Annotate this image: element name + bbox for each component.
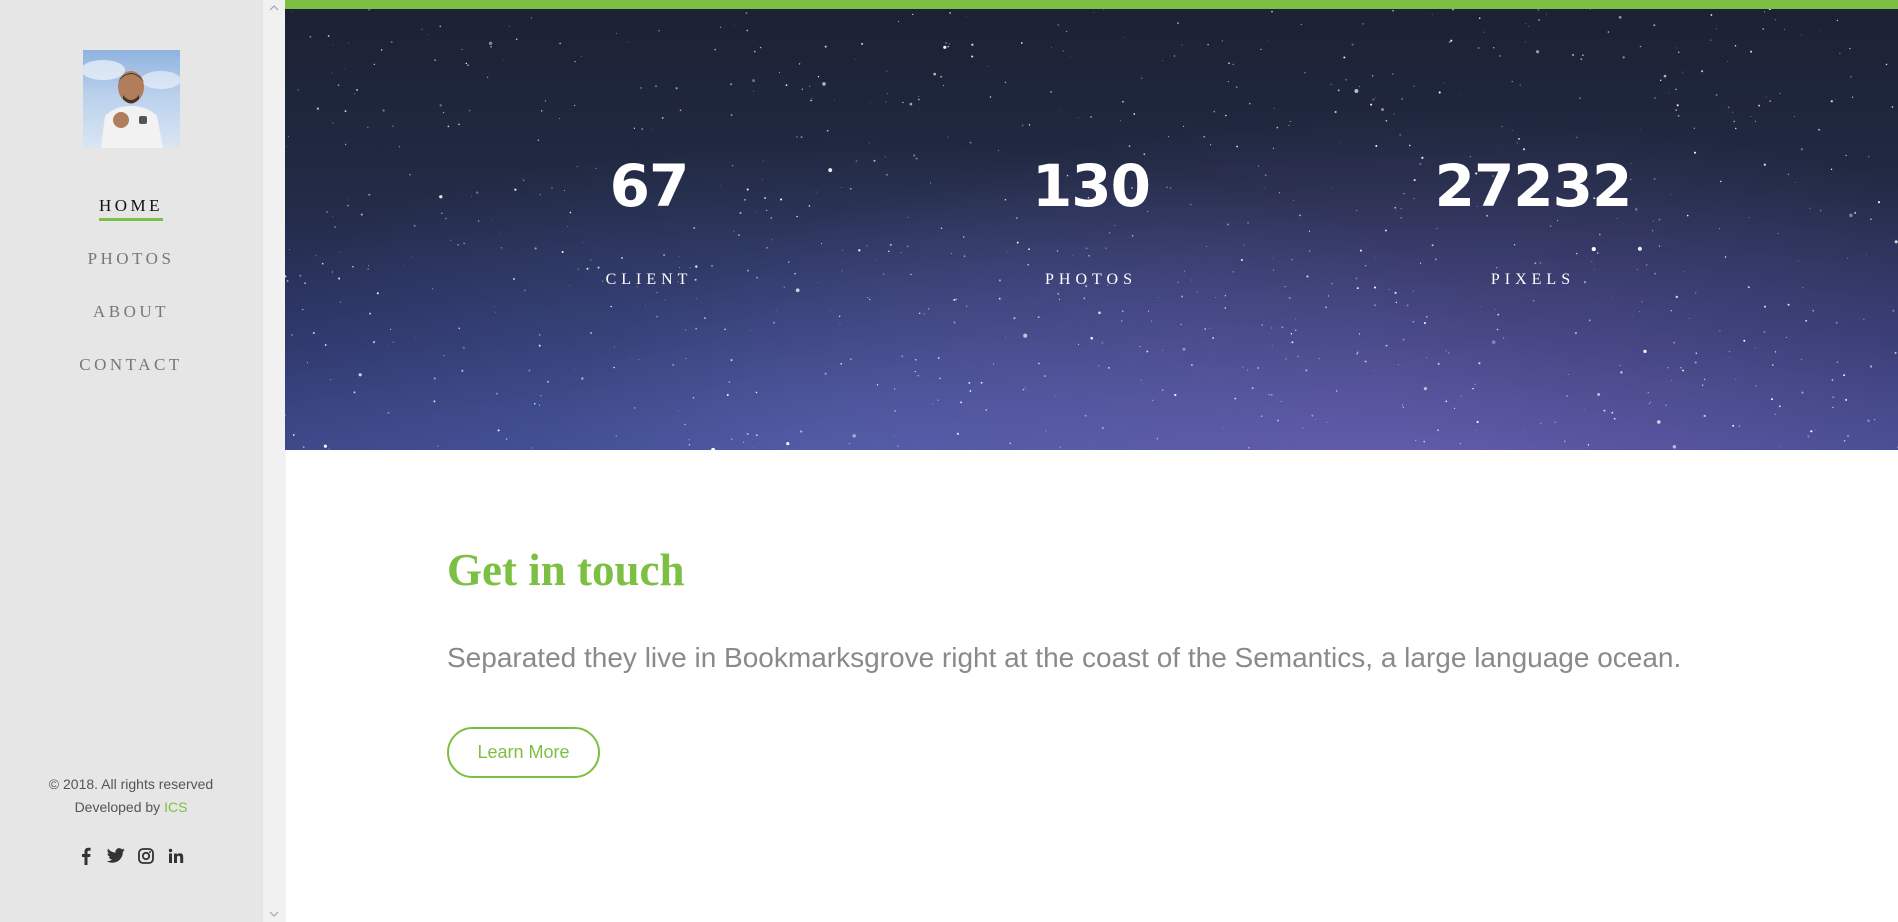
stats-hero: 67 CLIENT 130 PHOTOS 27232 PIXELS	[285, 9, 1898, 450]
nav-item-about[interactable]: ABOUT	[0, 302, 262, 355]
nav-item-label: ABOUT	[92, 302, 170, 321]
stat-value: 27232	[1434, 152, 1633, 220]
learn-more-button[interactable]: Learn More	[447, 727, 600, 778]
stat-label: PIXELS	[1490, 271, 1576, 288]
scroll-down-icon[interactable]	[268, 908, 280, 920]
twitter-icon[interactable]	[107, 846, 126, 865]
contact-text: Separated they live in Bookmarksgrove ri…	[447, 642, 1682, 673]
copyright: © 2018. All rights reserved Developed by…	[0, 773, 262, 819]
stat-value: 130	[1031, 152, 1151, 220]
developer-link[interactable]: ICS	[164, 799, 187, 815]
copyright-text: © 2018. All rights reserved	[48, 776, 214, 792]
avatar[interactable]	[83, 50, 180, 148]
nav-item-photos[interactable]: PHOTOS	[0, 249, 262, 302]
scroll-up-icon[interactable]	[268, 2, 280, 14]
sidebar: HOME PHOTOS ABOUT CONTACT © 2018. All ri…	[0, 0, 262, 922]
nav-item-label: CONTACT	[79, 355, 183, 374]
stat-label: CLIENT	[605, 271, 693, 288]
avatar-photo	[83, 60, 180, 148]
social-links	[0, 846, 262, 865]
stat-label: PHOTOS	[1045, 271, 1137, 288]
nav-item-label: HOME	[98, 196, 164, 221]
developed-by-label: Developed by	[74, 799, 165, 815]
nav-item-label: PHOTOS	[87, 249, 175, 268]
nav-item-home[interactable]: HOME	[0, 196, 262, 249]
nav-item-contact[interactable]: CONTACT	[0, 355, 262, 408]
scrollbar[interactable]	[262, 0, 286, 922]
accent-top-bar	[285, 0, 1898, 9]
stat-value: 67	[609, 152, 690, 220]
linkedin-icon[interactable]	[167, 846, 186, 865]
main-nav: HOME PHOTOS ABOUT CONTACT	[0, 196, 262, 408]
starfield-background	[285, 9, 1898, 450]
facebook-icon[interactable]	[77, 846, 96, 865]
developed-by: Developed by ICS	[0, 796, 262, 819]
contact-title: Get in touch	[447, 545, 685, 595]
instagram-icon[interactable]	[137, 846, 156, 865]
main-content: 67 CLIENT 130 PHOTOS 27232 PIXELS Get in…	[285, 0, 1898, 922]
